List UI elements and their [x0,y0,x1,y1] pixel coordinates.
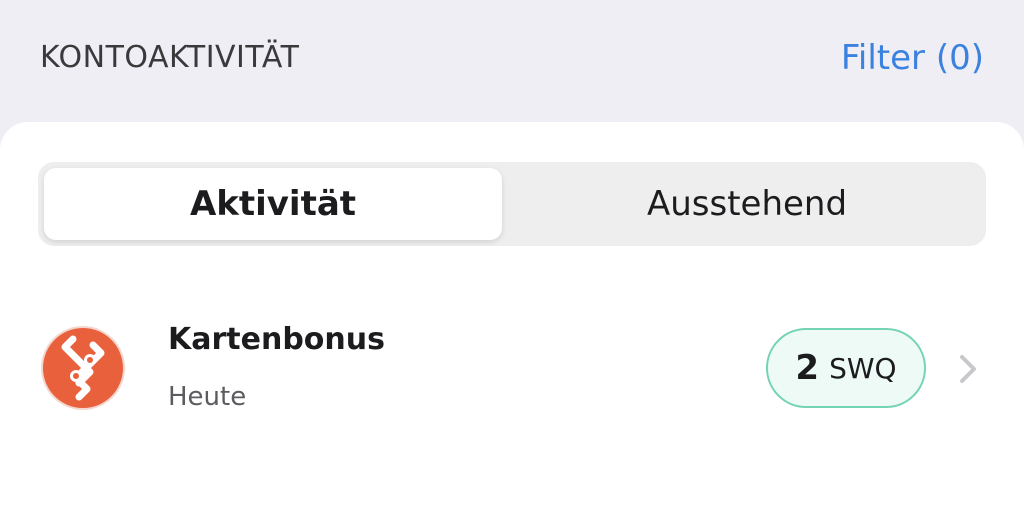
list-item[interactable]: Kartenbonus Heute 2 SWQ [0,304,1024,434]
filter-button[interactable]: Filter (0) [841,36,984,80]
amount-badge: 2 SWQ [766,328,926,408]
tab-activity[interactable]: Aktivität [44,168,502,240]
chevron-right-icon [956,352,980,386]
activity-card: Aktivität Ausstehend Kartenbonus Heute 2… [0,122,1024,522]
segmented-control: Aktivität Ausstehend [38,162,986,246]
amount-currency: SWQ [829,351,897,385]
tab-pending[interactable]: Ausstehend [518,168,976,240]
page-title: KONTOAKTIVITÄT [40,40,300,75]
swissquote-logo-icon [43,328,123,408]
account-activity-header: KONTOAKTIVITÄT Filter (0) [0,0,1024,122]
activity-title: Kartenbonus [168,322,385,357]
activity-date: Heute [168,382,247,412]
amount-value: 2 [795,348,820,388]
